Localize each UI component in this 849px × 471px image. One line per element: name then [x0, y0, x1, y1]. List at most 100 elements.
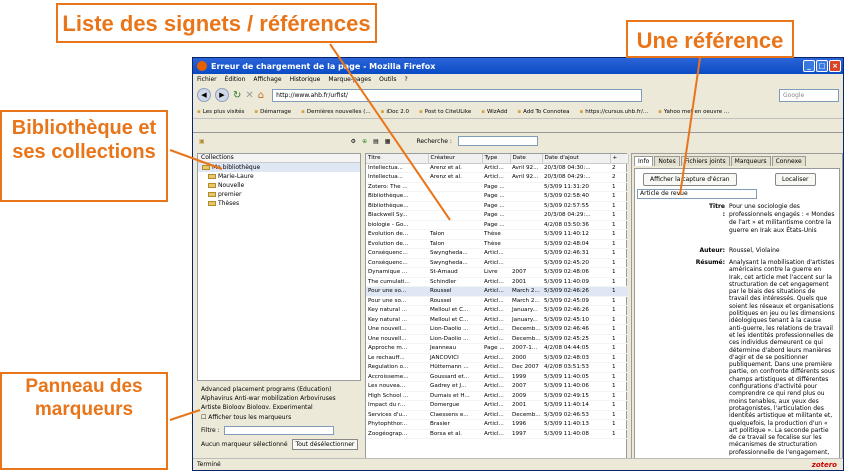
menu-affichage[interactable]: Affichage — [253, 76, 281, 83]
author-field-value[interactable]: Roussel, Violaine — [729, 247, 839, 255]
table-row[interactable]: Evolution de... Talon Thèse 5/3/09 02:48:04… — [366, 239, 628, 249]
table-row[interactable]: Intellectua... Arenz et al. Articl... Avril… — [366, 172, 628, 183]
tag-item[interactable]: Advanced placement programs (Education) — [197, 385, 361, 394]
menu-help[interactable]: ? — [404, 76, 407, 83]
zotero-logo[interactable]: zotero — [812, 461, 837, 469]
table-cell: Decemb... — [510, 334, 542, 344]
table-row[interactable]: Bibliothèque... Page ... 5/3/09 02:57:55 1 — [366, 201, 628, 211]
table-cell: Pour une so... — [366, 286, 428, 297]
abstract-field-value[interactable]: Analysant la mobilisation d'artistes amé… — [729, 259, 835, 470]
table-row[interactable]: Conséquenc... Swyngheda... Articl... 5/3/09… — [366, 258, 628, 268]
firefox-icon — [197, 61, 207, 71]
tab-notes[interactable]: Notes — [654, 156, 680, 166]
table-row[interactable]: Phytophthor... Brasier Articl... 1996 5/3/09… — [366, 419, 628, 430]
bookmark-item[interactable]: Les plus visités — [197, 109, 245, 115]
collection-item[interactable]: Marie-Laure — [198, 172, 360, 181]
menu-fichier[interactable]: Fichier — [197, 76, 217, 83]
column-header[interactable]: Type — [482, 154, 511, 164]
bookmark-item[interactable]: Yahoo met en oeuvre ... — [658, 109, 729, 115]
collection-item[interactable]: Ma bibliothèque — [198, 163, 360, 172]
bookmark-item[interactable]: Add To Connotea — [517, 109, 569, 115]
table-row[interactable]: Conséquenc... Swyngheda... Articl... 5/3/09… — [366, 248, 628, 259]
deselect-all-button[interactable]: Tout désélectionner — [291, 439, 359, 450]
table-row[interactable]: Services d'u... Claessens e... Articl... De… — [366, 410, 628, 420]
reload-icon[interactable]: ↻ — [233, 90, 241, 101]
table-cell: 1 — [610, 429, 628, 439]
gear-icon[interactable]: ⚙ — [351, 138, 356, 145]
collection-item[interactable]: Nouvelle — [198, 181, 360, 190]
table-row[interactable]: Key natural ... Melloul et C... Articl... J… — [366, 305, 628, 316]
view-snapshot-button[interactable]: Afficher la capture d'écran — [643, 173, 737, 186]
search-input[interactable]: Google — [779, 88, 839, 102]
table-row[interactable]: Dynamique ... St-Arnaud Livre 2007 5/3/09 02… — [366, 267, 628, 278]
table-row[interactable]: Intellectua... Arenz et al. Articl... Avril… — [366, 163, 628, 173]
table-row[interactable]: Regulation o... Hüttemann ... Articl... Dec… — [366, 362, 628, 373]
tab-tags[interactable]: Marqueurs — [730, 156, 771, 166]
bookmark-item[interactable]: Dernières nouvelles (... — [301, 109, 371, 115]
column-header[interactable]: Date d'ajout — [542, 154, 611, 164]
tag-item[interactable]: Artiste Biology Biology, Experimental — [197, 403, 361, 409]
column-header[interactable]: Titre — [366, 154, 429, 164]
bookmark-item[interactable]: Post to CiteULike — [419, 109, 471, 115]
table-row[interactable]: biologie - Go... Page ... 4/2/08 03:50:36 1 — [366, 220, 628, 230]
tag-filter-input[interactable] — [223, 426, 334, 435]
table-row[interactable]: Blackwell Sy... Page ... 20/3/08 04:29:...… — [366, 210, 628, 221]
new-item-icon[interactable]: ⊕ — [362, 138, 367, 145]
tab-related[interactable]: Connexe — [771, 156, 806, 166]
table-row[interactable]: Approche m... Jeanneau Page ... 2007-1... 4/… — [366, 343, 628, 354]
menu-edition[interactable]: Édition — [225, 76, 246, 83]
bookmark-item[interactable]: Démarrage — [254, 109, 291, 115]
table-row[interactable]: The cumulati... Schindler Articl... 2001 5/3… — [366, 277, 628, 287]
home-icon[interactable]: ⌂ — [258, 90, 264, 101]
collection-item[interactable]: Thèses — [198, 199, 360, 208]
forward-button[interactable]: ▶ — [215, 88, 229, 102]
attach-icon[interactable]: ▤ — [373, 138, 379, 145]
table-row[interactable]: Key natural ... Melloul et C... Articl... J… — [366, 315, 628, 325]
table-row[interactable]: Zoogéograp... Borsa et al. Articl... 1997 5/… — [366, 429, 628, 439]
item-type-select[interactable]: Article de revue — [637, 189, 757, 199]
item-search-input[interactable] — [457, 136, 538, 146]
tag-item[interactable]: Alphavirus Anti-war mobilization Arbovir… — [197, 394, 361, 403]
tab-info[interactable]: Info — [634, 156, 654, 166]
menu-historique[interactable]: Historique — [290, 76, 321, 83]
menu-marque-pages[interactable]: Marque-pages — [328, 76, 371, 83]
collections-pane: Collections Ma bibliothèque Marie-Laure … — [197, 153, 361, 381]
table-row[interactable]: Pour une so... Roussel Articl... March 2...… — [366, 296, 628, 306]
column-header[interactable]: Date — [510, 154, 543, 164]
column-header[interactable]: + — [610, 154, 629, 164]
tab-attachments[interactable]: Fichiers joints — [680, 156, 730, 166]
table-cell: 1 — [610, 229, 628, 240]
collection-item[interactable]: premier — [198, 190, 360, 199]
maximize-button[interactable]: □ — [816, 60, 828, 72]
url-bar[interactable]: http://www.ahb.fr/urfist/ — [272, 88, 643, 102]
new-collection-icon[interactable]: ▣ — [199, 138, 205, 145]
stop-icon[interactable]: ✕ — [245, 90, 253, 101]
table-row[interactable]: High School ... Dumais et H... Articl... 20… — [366, 391, 628, 401]
bookmark-item[interactable]: iDoc 2.0 — [381, 109, 409, 115]
menu-outils[interactable]: Outils — [379, 76, 396, 83]
table-row[interactable]: Accroisseme... Goussard et... Articl... 199… — [366, 372, 628, 382]
table-row[interactable]: Une nouvell... Lion-Daolio ... Articl... De… — [366, 324, 628, 335]
table-row[interactable]: Impact du r... Domergue Articl... 2001 5/3/0… — [366, 400, 628, 411]
bookmark-item[interactable]: WizAdd — [481, 109, 507, 115]
minimize-button[interactable]: _ — [803, 60, 815, 72]
navigation-bar: ◀ ▶ ↻ ✕ ⌂ http://www.ahb.fr/urfist/ Goog… — [193, 85, 843, 105]
table-cell: March 2... — [510, 296, 542, 306]
title-field-value[interactable]: Pour une sociologie des professionnels e… — [729, 203, 839, 235]
table-row[interactable]: Zotero: The ... Page ... 5/3/09 11:31:20 1 — [366, 182, 628, 192]
table-row[interactable]: Bibliothèque... Page ... 5/3/09 02:58:40 1 — [366, 191, 628, 202]
table-row[interactable]: Le rechauff... JANCOVICI Articl... 2000 5/3/… — [366, 353, 628, 363]
table-row[interactable]: Les nouvea... Gadrey et J... Articl... 2007… — [366, 381, 628, 392]
table-cell: March 2... — [510, 286, 542, 297]
table-row[interactable]: Une nouvell... Lion-Daolio ... Articl... De… — [366, 334, 628, 344]
back-button[interactable]: ◀ — [197, 88, 211, 102]
table-row[interactable]: Evolution de... Talon Thèse 5/3/09 11:40:12… — [366, 229, 628, 240]
note-icon[interactable]: ▦ — [385, 138, 391, 145]
locate-button[interactable]: Localiser — [775, 173, 816, 186]
table-cell — [510, 220, 542, 230]
table-row[interactable]: Pour une so... Roussel Articl... March 2...… — [366, 286, 628, 297]
show-all-tags-checkbox[interactable]: ☐ Afficher tous les marqueurs — [197, 413, 361, 422]
bookmark-item[interactable]: https://cursus.uhb.fr/... — [579, 109, 648, 115]
column-header[interactable]: Créateur — [428, 154, 483, 164]
close-button[interactable]: × — [829, 60, 841, 72]
